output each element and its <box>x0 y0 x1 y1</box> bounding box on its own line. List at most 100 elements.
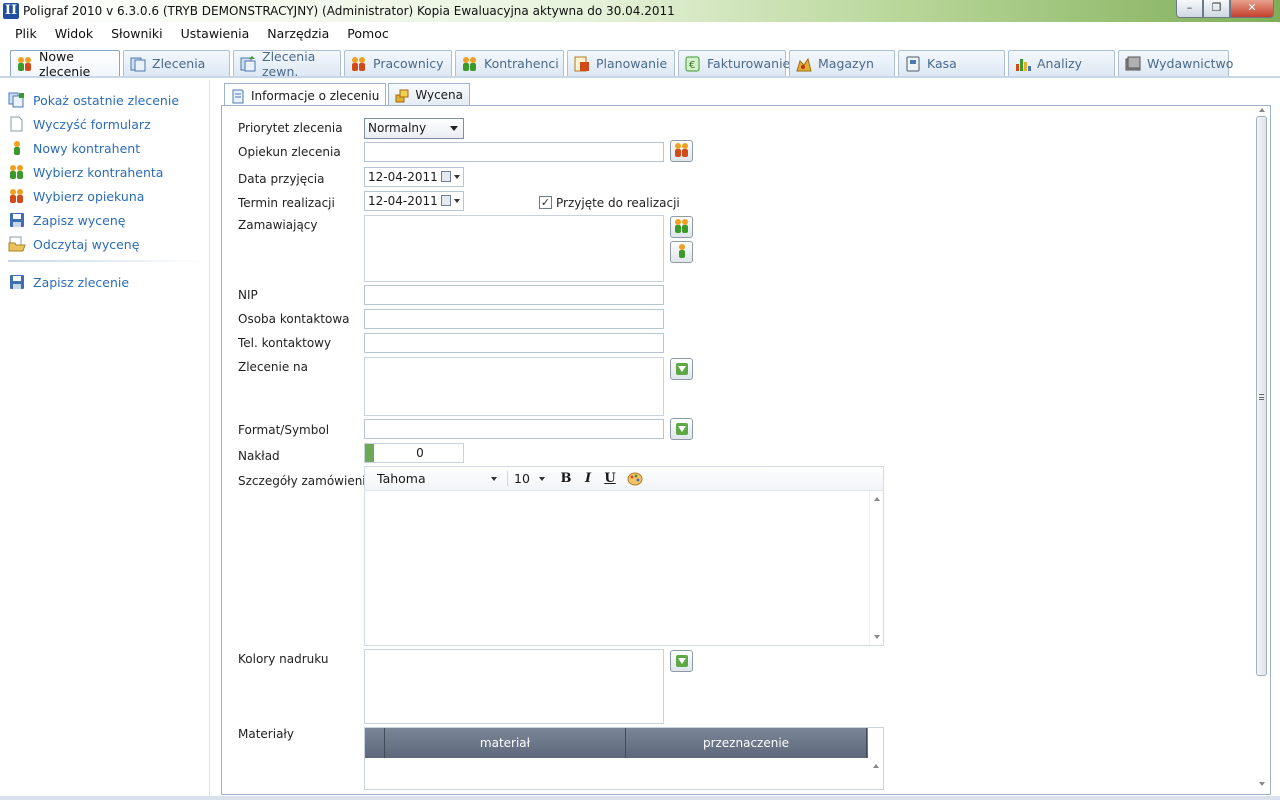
data-przyjecia-field[interactable]: 12-04-2011 <box>364 167 464 187</box>
bold-button[interactable]: B <box>555 471 577 486</box>
zamawiajacy-field[interactable] <box>364 215 664 282</box>
menu-bar: Plik Widok Słowniki Ustawienia Narzędzia… <box>0 22 1280 44</box>
kolory-field[interactable] <box>364 649 664 724</box>
tab-wydawnictwo[interactable]: Wydawnictwo <box>1118 50 1233 76</box>
scroll-up-icon[interactable] <box>873 764 879 768</box>
maximize-button[interactable]: ❐ <box>1203 0 1230 18</box>
main-scrollbar[interactable] <box>1254 108 1270 792</box>
menu-pomoc[interactable]: Pomoc <box>338 26 397 41</box>
naklad-label: Nakład <box>238 449 280 463</box>
materialy-grid[interactable]: materiał przeznaczenie <box>364 727 884 790</box>
chevron-down-icon[interactable] <box>454 199 460 203</box>
title-bar: II Poligraf 2010 v 6.3.0.6 (TRYB DEMONST… <box>0 0 1280 22</box>
sidebar-item-nowy-kontrahent[interactable]: Nowy kontrahent <box>8 140 140 156</box>
przyjete-checkbox[interactable]: ✓ <box>539 196 552 209</box>
close-button[interactable]: ✕ <box>1230 0 1274 18</box>
sidebar-item-zapisz-wycene[interactable]: Zapisz wycenę <box>8 212 125 228</box>
font-family-select[interactable]: Tahoma <box>377 471 501 486</box>
opiekun-label: Opiekun zlecenia <box>238 145 341 159</box>
window-controls: – ❐ ✕ <box>1176 0 1274 18</box>
bar-chart-icon <box>1014 55 1032 73</box>
rich-text-editor[interactable]: Tahoma 10 B I U <box>364 466 884 646</box>
blank-page-icon <box>8 116 26 132</box>
termin-field[interactable]: 12-04-2011 <box>364 191 464 211</box>
tab-magazyn[interactable]: Magazyn <box>789 50 895 76</box>
chevron-down-icon <box>491 477 497 481</box>
planning-icon <box>573 55 591 73</box>
editor-scrollbar[interactable] <box>869 491 883 645</box>
scroll-down-icon[interactable] <box>1259 782 1265 786</box>
tab-wycena[interactable]: Wycena <box>388 83 471 106</box>
tab-kontrahenci[interactable]: Kontrahenci <box>455 50 564 76</box>
priorytet-select[interactable]: Normalny <box>364 118 464 139</box>
scroll-up-icon[interactable] <box>1259 108 1265 112</box>
minimize-button[interactable]: – <box>1176 0 1203 18</box>
calendar-icon[interactable] <box>441 171 451 182</box>
underline-button[interactable]: U <box>599 471 621 486</box>
subtabs: Informacje o zleceniu Wycena <box>224 83 472 107</box>
sidebar-item-wybierz-opiekuna[interactable]: Wybierz opiekuna <box>8 188 144 204</box>
floppy-icon <box>8 212 26 228</box>
tab-zlecenia[interactable]: Zlecenia <box>123 50 230 76</box>
sidebar-item-wyczysc[interactable]: Wyczyść formularz <box>8 116 151 132</box>
spin-handle[interactable] <box>365 444 374 462</box>
tab-zlecenia-zewn[interactable]: Zlecenia zewn. <box>233 49 341 79</box>
menu-slowniki[interactable]: Słowniki <box>102 26 171 41</box>
open-folder-icon <box>8 236 26 252</box>
select-kontrahent-button[interactable] <box>670 216 693 238</box>
format-symbol-field[interactable] <box>364 419 664 439</box>
kolory-label: Kolory nadruku <box>238 652 329 666</box>
sidebar-item-odczytaj-wycene[interactable]: Odczytaj wycenę <box>8 236 139 252</box>
tab-fakturowanie[interactable]: € Fakturowanie <box>678 50 790 76</box>
tel-kontaktowy-field[interactable] <box>364 333 664 353</box>
calendar-icon[interactable] <box>441 195 451 206</box>
scrollbar-thumb[interactable] <box>1256 116 1267 676</box>
bottom-edge <box>0 796 1280 800</box>
tel-kontaktowy-label: Tel. kontaktowy <box>238 336 332 350</box>
editor-body[interactable] <box>365 491 869 645</box>
sidebar-item-pokaz-ostatnie[interactable]: Pokaż ostatnie zlecenie <box>8 92 179 108</box>
kolory-pick-button[interactable] <box>670 650 693 672</box>
priorytet-label: Priorytet zlecenia <box>238 121 343 135</box>
window-title: Poligraf 2010 v 6.3.0.6 (TRYB DEMONSTRAC… <box>23 4 675 18</box>
zamawiajacy-label: Zamawiający <box>238 218 318 232</box>
book-icon <box>1124 55 1142 73</box>
zlecenie-na-pick-button[interactable] <box>670 358 693 380</box>
osoba-kontaktowa-label: Osoba kontaktowa <box>238 312 350 326</box>
menu-ustawienia[interactable]: Ustawienia <box>172 26 259 41</box>
font-size-select[interactable]: 10 <box>507 471 549 486</box>
scroll-down-icon[interactable] <box>874 635 880 639</box>
grid-scrollbar[interactable] <box>869 758 883 789</box>
format-pick-button[interactable] <box>670 418 693 440</box>
coins-icon <box>394 87 410 103</box>
column-header-przeznaczenie[interactable]: przeznaczenie <box>626 728 867 758</box>
nip-field[interactable] <box>364 285 664 305</box>
sidebar-item-wybierz-kontrahenta[interactable]: Wybierz kontrahenta <box>8 164 163 180</box>
palette-icon[interactable] <box>627 472 643 486</box>
osoba-kontaktowa-field[interactable] <box>364 309 664 329</box>
tab-nowe-zlecenie[interactable]: Nowe zlecenie <box>10 49 120 79</box>
sidebar-item-zapisz-zlecenie[interactable]: Zapisz zlecenie <box>8 274 129 290</box>
select-opiekun-button[interactable] <box>670 140 693 162</box>
scroll-up-icon[interactable] <box>874 497 880 501</box>
menu-narzedzia[interactable]: Narzędzia <box>258 26 338 41</box>
app-icon: II <box>3 3 19 19</box>
chevron-down-icon[interactable] <box>454 175 460 179</box>
column-header-material[interactable]: materiał <box>385 728 626 758</box>
new-kontrahent-button[interactable] <box>670 241 693 263</box>
menu-plik[interactable]: Plik <box>6 26 46 41</box>
tab-planowanie[interactable]: Planowanie <box>567 50 675 76</box>
opiekun-field[interactable] <box>364 142 664 162</box>
module-tabs: Nowe zlecenie Zlecenia Zlecenia zewn. Pr… <box>10 49 1235 79</box>
person-green-icon <box>8 140 26 156</box>
zlecenie-na-field[interactable] <box>364 357 664 416</box>
people-green-icon <box>673 218 691 237</box>
tab-kasa[interactable]: Kasa <box>898 50 1005 76</box>
italic-button[interactable]: I <box>577 471 599 486</box>
tab-informacje-o-zleceniu[interactable]: Informacje o zleceniu <box>224 83 387 107</box>
naklad-stepper[interactable]: 0 <box>364 443 464 463</box>
tab-pracownicy[interactable]: Pracownicy <box>344 50 452 76</box>
tab-analizy[interactable]: Analizy <box>1008 50 1115 76</box>
person-green-icon <box>676 243 688 262</box>
menu-widok[interactable]: Widok <box>46 26 102 41</box>
